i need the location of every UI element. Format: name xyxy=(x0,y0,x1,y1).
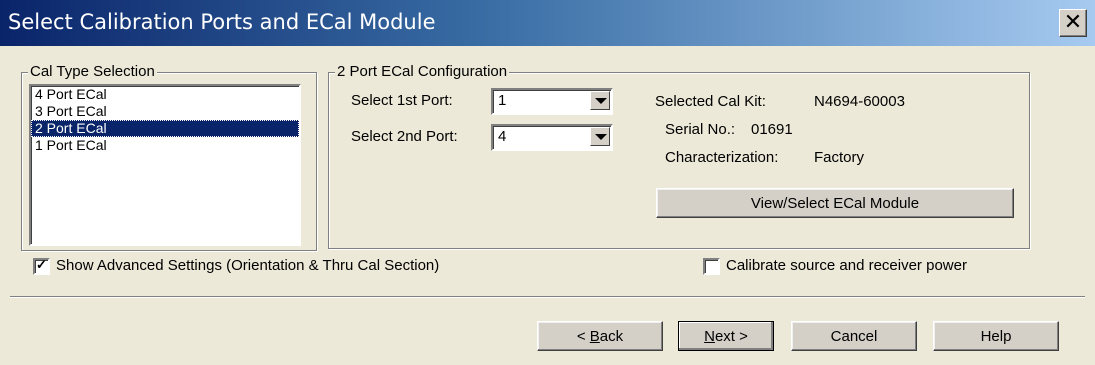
close-icon: ✕ xyxy=(1063,10,1083,35)
back-rest: ack xyxy=(599,328,624,345)
next-rest: ext > xyxy=(714,328,748,345)
list-item-4-port-ecal[interactable]: 4 Port ECal xyxy=(31,86,299,103)
back-prefix: < xyxy=(576,328,590,345)
cal-type-legend: Cal Type Selection xyxy=(28,63,157,81)
view-select-ecal-button[interactable]: View/Select ECal Module xyxy=(656,188,1014,218)
cal-type-listbox[interactable]: 4 Port ECal 3 Port ECal 2 Port ECal 1 Po… xyxy=(29,84,301,246)
cal-kit-label: Selected Cal Kit: xyxy=(655,93,766,110)
dialog-window: Select Calibration Ports and ECal Module… xyxy=(0,0,1095,365)
next-access-key: N xyxy=(704,328,715,345)
advanced-settings-checkbox[interactable]: ✓ xyxy=(33,257,50,275)
ecal-config-legend: 2 Port ECal Configuration xyxy=(335,63,510,81)
list-item-2-port-ecal[interactable]: 2 Port ECal xyxy=(31,120,299,137)
port1-select[interactable]: 1 xyxy=(491,88,613,115)
list-item-3-port-ecal[interactable]: 3 Port ECal xyxy=(31,103,299,120)
characterization-label: Characterization: xyxy=(665,149,779,166)
chevron-down-icon[interactable] xyxy=(590,127,610,146)
window-title: Select Calibration Ports and ECal Module xyxy=(8,10,436,34)
serial-label: Serial No.: xyxy=(665,121,736,138)
characterization-value: Factory xyxy=(814,149,865,166)
port2-value: 4 xyxy=(498,128,507,145)
back-button[interactable]: < Back xyxy=(537,321,663,351)
next-button[interactable]: Next > xyxy=(678,321,774,351)
checkmark-icon: ✓ xyxy=(36,257,47,272)
port1-label: Select 1st Port: xyxy=(351,92,453,109)
back-access-key: B xyxy=(589,328,600,345)
list-item-1-port-ecal[interactable]: 1 Port ECal xyxy=(31,137,299,154)
close-button[interactable]: ✕ xyxy=(1059,9,1087,37)
serial-value: 01691 xyxy=(751,121,793,138)
advanced-settings-label[interactable]: Show Advanced Settings (Orientation & Th… xyxy=(56,257,439,274)
calibrate-power-checkbox[interactable] xyxy=(703,258,720,275)
calibrate-power-label[interactable]: Calibrate source and receiver power xyxy=(726,257,967,274)
cancel-button[interactable]: Cancel xyxy=(791,321,917,351)
cal-kit-value: N4694-60003 xyxy=(814,93,905,110)
footer-separator xyxy=(10,296,1085,298)
title-bar: Select Calibration Ports and ECal Module… xyxy=(0,0,1095,46)
port2-label: Select 2nd Port: xyxy=(351,128,458,145)
chevron-down-icon[interactable] xyxy=(590,91,610,110)
help-button[interactable]: Help xyxy=(933,321,1059,351)
port1-value: 1 xyxy=(498,92,507,109)
port2-select[interactable]: 4 xyxy=(491,124,613,151)
